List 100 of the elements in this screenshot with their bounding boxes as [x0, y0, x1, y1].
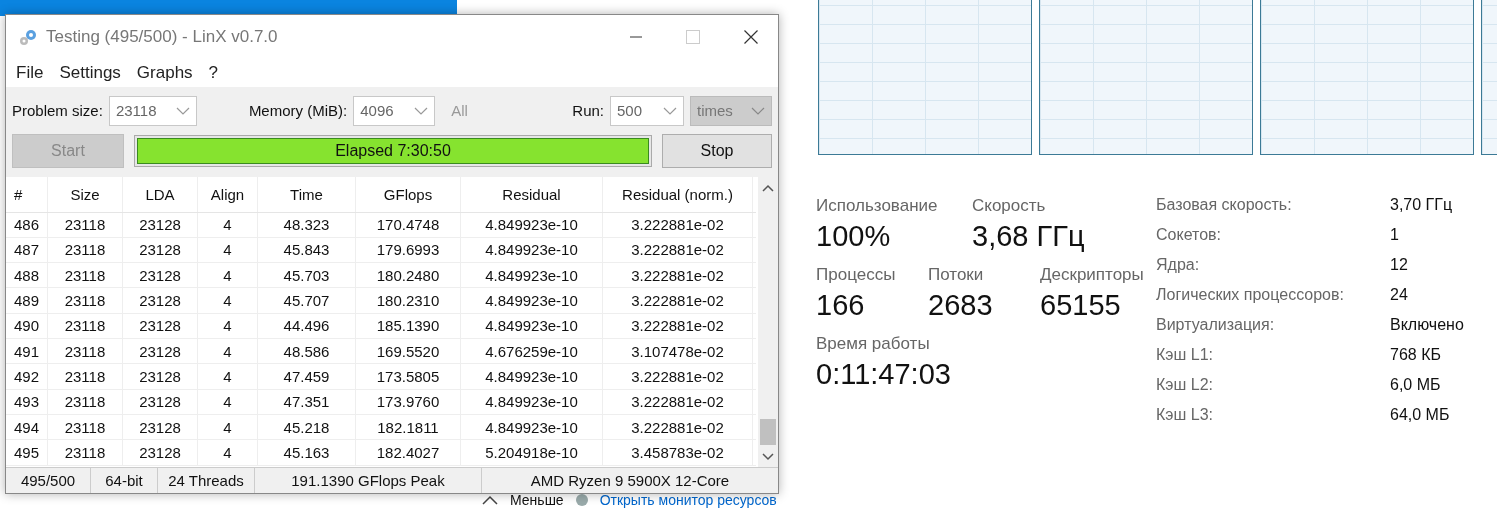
table-cell: 45.218 [258, 414, 356, 440]
minimize-icon [630, 36, 642, 39]
table-cell: 23128 [123, 288, 198, 313]
detail-label: Ядра: [1156, 256, 1201, 275]
column-header[interactable]: Residual [461, 176, 603, 212]
table-cell: 3.222881e-02 [603, 263, 753, 288]
status-text: 24 Threads [158, 467, 255, 493]
table-cell: 4 [198, 389, 258, 414]
table-cell: 4.849923e-10 [461, 263, 603, 288]
window-title: Testing (495/500) - LinX v0.7.0 [46, 27, 278, 48]
column-header[interactable]: Align [198, 176, 258, 212]
table-cell: 23118 [48, 212, 123, 237]
dropdown[interactable]: 500 [610, 95, 684, 126]
detail-label: Кэш L1: [1156, 346, 1214, 365]
table-cell: 488 [6, 263, 48, 288]
table-cell: 23128 [123, 440, 198, 465]
detail-value: 1 [1390, 226, 1400, 245]
column-header[interactable]: LDA [123, 176, 198, 212]
table-cell: 45.707 [258, 288, 356, 313]
chevron-down-icon [751, 105, 765, 116]
table-cell: 23128 [123, 237, 198, 263]
table-cell: 23128 [123, 389, 198, 414]
chevron-up-icon [480, 493, 500, 507]
detail-value: 768 КБ [1390, 346, 1442, 365]
table-cell: 4 [198, 263, 258, 288]
field-label: Run: [572, 102, 604, 120]
table-cell: 4 [198, 212, 258, 237]
table-cell: 179.6993 [356, 237, 461, 263]
table-cell: 4 [198, 414, 258, 440]
table-cell: 4 [198, 288, 258, 313]
table-cell: 3.222881e-02 [603, 212, 753, 237]
table-cell: 23128 [123, 263, 198, 288]
menu-item[interactable]: ? [208, 62, 219, 83]
table-cell: 48.323 [258, 212, 356, 237]
table-cell: 23118 [48, 339, 123, 364]
status-text: 64-bit [91, 467, 158, 493]
table-cell: 44.496 [258, 313, 356, 338]
table-cell: 23128 [123, 414, 198, 440]
table-cell: 3.222881e-02 [603, 414, 753, 440]
detail-label: Виртуализация: [1156, 316, 1276, 335]
status-text: AMD Ryzen 9 5900X 12-Core [529, 470, 731, 491]
menu-item[interactable]: Graphs [136, 62, 193, 83]
column-header[interactable]: Residual (norm.) [603, 176, 753, 212]
scrollbar-thumb [760, 418, 776, 445]
dropdown[interactable]: 4096 [353, 95, 436, 126]
detail-value: Включено [1390, 316, 1464, 335]
progress-text: Elapsed 7:30:50 [335, 141, 451, 160]
stat-label: Дескрипторы [1040, 265, 1144, 285]
table-cell: 23128 [123, 212, 198, 237]
column-header[interactable]: # [6, 176, 48, 212]
detail-value: 3,70 ГГц [1390, 196, 1454, 215]
column-header[interactable]: Size [48, 176, 123, 212]
stop-button[interactable]: Stop [662, 133, 772, 168]
table-cell: 182.1811 [356, 414, 461, 440]
dropdown[interactable]: 23118 [108, 95, 197, 126]
table-cell: 3.222881e-02 [603, 364, 753, 389]
table-cell: 23128 [123, 339, 198, 364]
close-icon [744, 30, 758, 45]
table-cell: 4.849923e-10 [461, 364, 603, 389]
chevron-down-icon [175, 105, 190, 116]
table-cell: 45.703 [258, 263, 356, 288]
less-link[interactable]: Меньше [510, 492, 564, 508]
table-cell: 23128 [123, 364, 198, 389]
table-cell: 45.163 [258, 440, 356, 465]
chevron-down-icon [414, 105, 429, 116]
table-cell: 169.5520 [356, 339, 461, 364]
table-cell: 182.4027 [356, 440, 461, 465]
column-header[interactable]: GFlops [356, 176, 461, 212]
detail-value: 64,0 МБ [1390, 406, 1451, 425]
table-cell: 23118 [48, 364, 123, 389]
stat-label: Время работы [816, 334, 931, 354]
table-cell: 3.222881e-02 [603, 237, 753, 263]
stat-value: 0:11:47:03 [816, 358, 951, 391]
table-cell: 170.4748 [356, 212, 461, 237]
table-cell: 23118 [48, 414, 123, 440]
maximize-icon [686, 30, 700, 45]
stat-label: Использование [816, 196, 939, 216]
table-cell: 487 [6, 237, 48, 263]
column-header[interactable]: Time [258, 176, 356, 212]
table-cell: 4.849923e-10 [461, 237, 603, 263]
detail-label: Кэш L2: [1156, 376, 1214, 395]
table-cell: 4.849923e-10 [461, 313, 603, 338]
table-cell: 23118 [48, 389, 123, 414]
table-cell: 185.1390 [356, 313, 461, 338]
table-cell: 491 [6, 339, 48, 364]
field-label: Memory (MiB): [248, 102, 348, 120]
menu-item[interactable]: Settings [59, 62, 121, 83]
table-cell: 180.2480 [356, 263, 461, 288]
table-cell: 4.849923e-10 [461, 389, 603, 414]
table-cell: 494 [6, 414, 48, 440]
table-cell: 23118 [48, 263, 123, 288]
detail-value: 6,0 МБ [1390, 376, 1442, 395]
table-cell: 3.222881e-02 [603, 313, 753, 338]
table-cell: 4 [198, 364, 258, 389]
menu-item[interactable]: File [16, 62, 44, 83]
detail-value: 24 [1390, 286, 1409, 305]
table-cell: 490 [6, 313, 48, 338]
table-cell: 4 [198, 237, 258, 263]
resource-monitor-link[interactable]: Открыть монитор ресурсов [599, 492, 777, 508]
stat-label: Потоки [928, 265, 985, 285]
